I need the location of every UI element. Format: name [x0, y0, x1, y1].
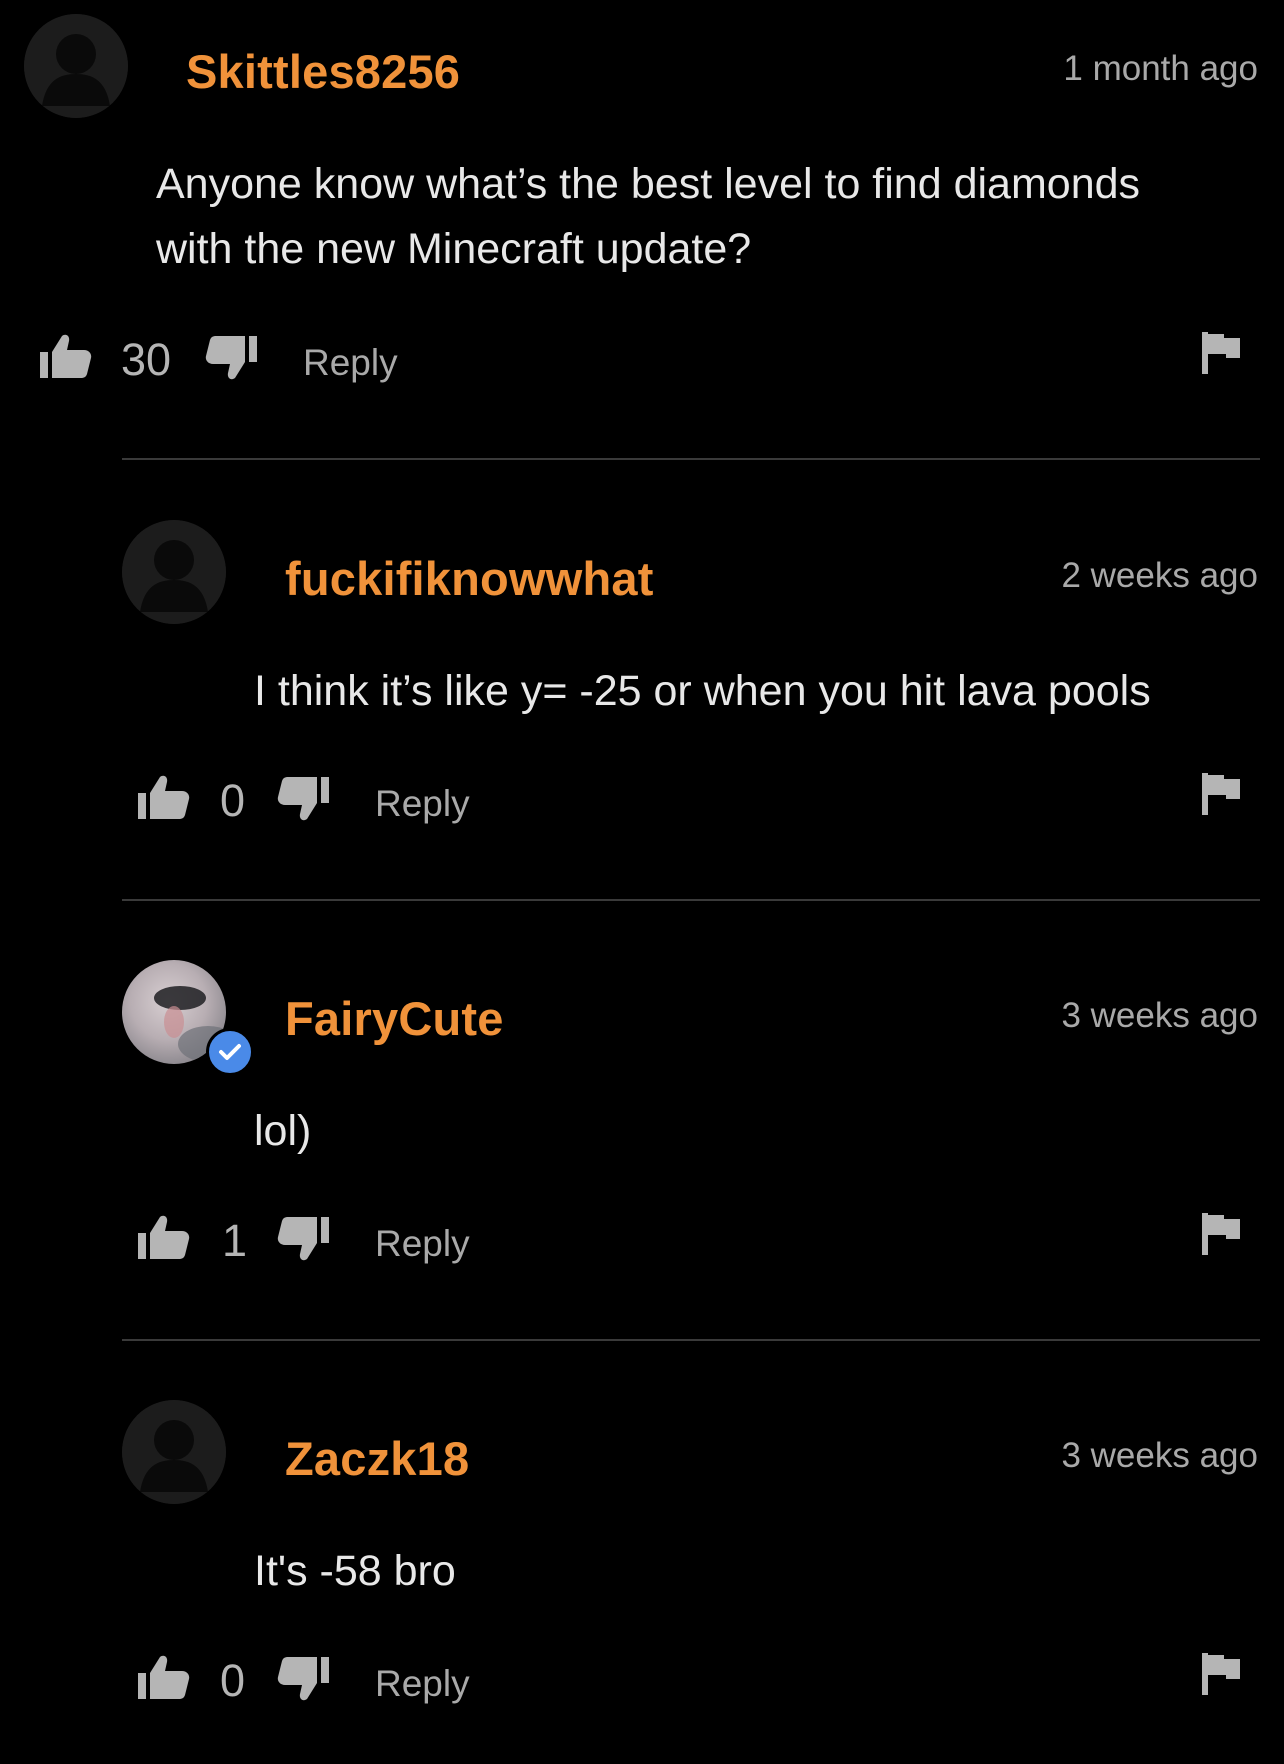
comment-body-line: Anyone know what’s the best level to fin…: [156, 160, 1141, 208]
comment-body-line: lol): [254, 1107, 312, 1155]
user-silhouette-icon: [122, 1400, 226, 1504]
reply-button[interactable]: Reply: [303, 342, 398, 384]
vote-count: 30: [121, 334, 172, 385]
checkmark-icon: [219, 1044, 241, 1060]
timestamp: 3 weeks ago: [1061, 1436, 1258, 1475]
divider: [122, 899, 1260, 901]
divider: [122, 458, 1260, 460]
avatar[interactable]: [122, 520, 226, 624]
comment-actions: 30 Reply: [0, 332, 1284, 394]
thumbs-up-icon[interactable]: [40, 334, 92, 385]
reply-button[interactable]: Reply: [375, 1223, 470, 1265]
vote-count: 1: [222, 1215, 248, 1266]
divider: [122, 1339, 1260, 1341]
comment-body: Anyone know what’s the best level to fin…: [156, 152, 1140, 282]
timestamp: 1 month ago: [1063, 49, 1258, 88]
comment-actions: 0 Reply: [0, 1653, 1284, 1715]
vote-count: 0: [220, 1655, 246, 1706]
timestamp: 3 weeks ago: [1061, 996, 1258, 1035]
username[interactable]: Skittles8256: [186, 44, 460, 99]
thumbs-down-icon[interactable]: [277, 1655, 329, 1706]
avatar[interactable]: [24, 14, 128, 118]
flag-icon[interactable]: [1202, 332, 1240, 379]
reply-button[interactable]: Reply: [375, 783, 470, 825]
comment-body-line: with the new Minecraft update?: [156, 225, 752, 273]
user-silhouette-icon: [24, 14, 128, 118]
vote-count: 0: [220, 775, 246, 826]
comment-body-line: It's -58 bro: [254, 1547, 456, 1595]
flag-icon[interactable]: [1202, 1653, 1240, 1700]
comment-actions: 1 Reply: [0, 1213, 1284, 1275]
flag-icon[interactable]: [1202, 773, 1240, 820]
comment-body: It's -58 bro: [254, 1539, 456, 1604]
username[interactable]: fuckifiknowwhat: [285, 551, 654, 606]
thumbs-down-icon[interactable]: [205, 334, 257, 385]
thumbs-down-icon[interactable]: [277, 1215, 329, 1266]
thumbs-down-icon[interactable]: [277, 775, 329, 826]
thumbs-up-icon[interactable]: [138, 1655, 190, 1706]
avatar[interactable]: [122, 1400, 226, 1504]
timestamp: 2 weeks ago: [1061, 556, 1258, 595]
flag-icon[interactable]: [1202, 1213, 1240, 1260]
user-silhouette-icon: [122, 520, 226, 624]
thumbs-up-icon[interactable]: [138, 775, 190, 826]
username[interactable]: Zaczk18: [285, 1431, 469, 1486]
thumbs-up-icon[interactable]: [138, 1215, 190, 1266]
comment-body: lol): [254, 1099, 311, 1164]
avatar[interactable]: [122, 960, 254, 1076]
username[interactable]: FairyCute: [285, 991, 504, 1046]
reply-button[interactable]: Reply: [375, 1663, 470, 1705]
comment-body-line: I think it’s like y= -25 or when you hit…: [254, 667, 1151, 715]
verified-badge: [206, 1028, 254, 1076]
comment-actions: 0 Reply: [0, 773, 1284, 835]
comment-body: I think it’s like y= -25 or when you hit…: [254, 659, 1151, 724]
